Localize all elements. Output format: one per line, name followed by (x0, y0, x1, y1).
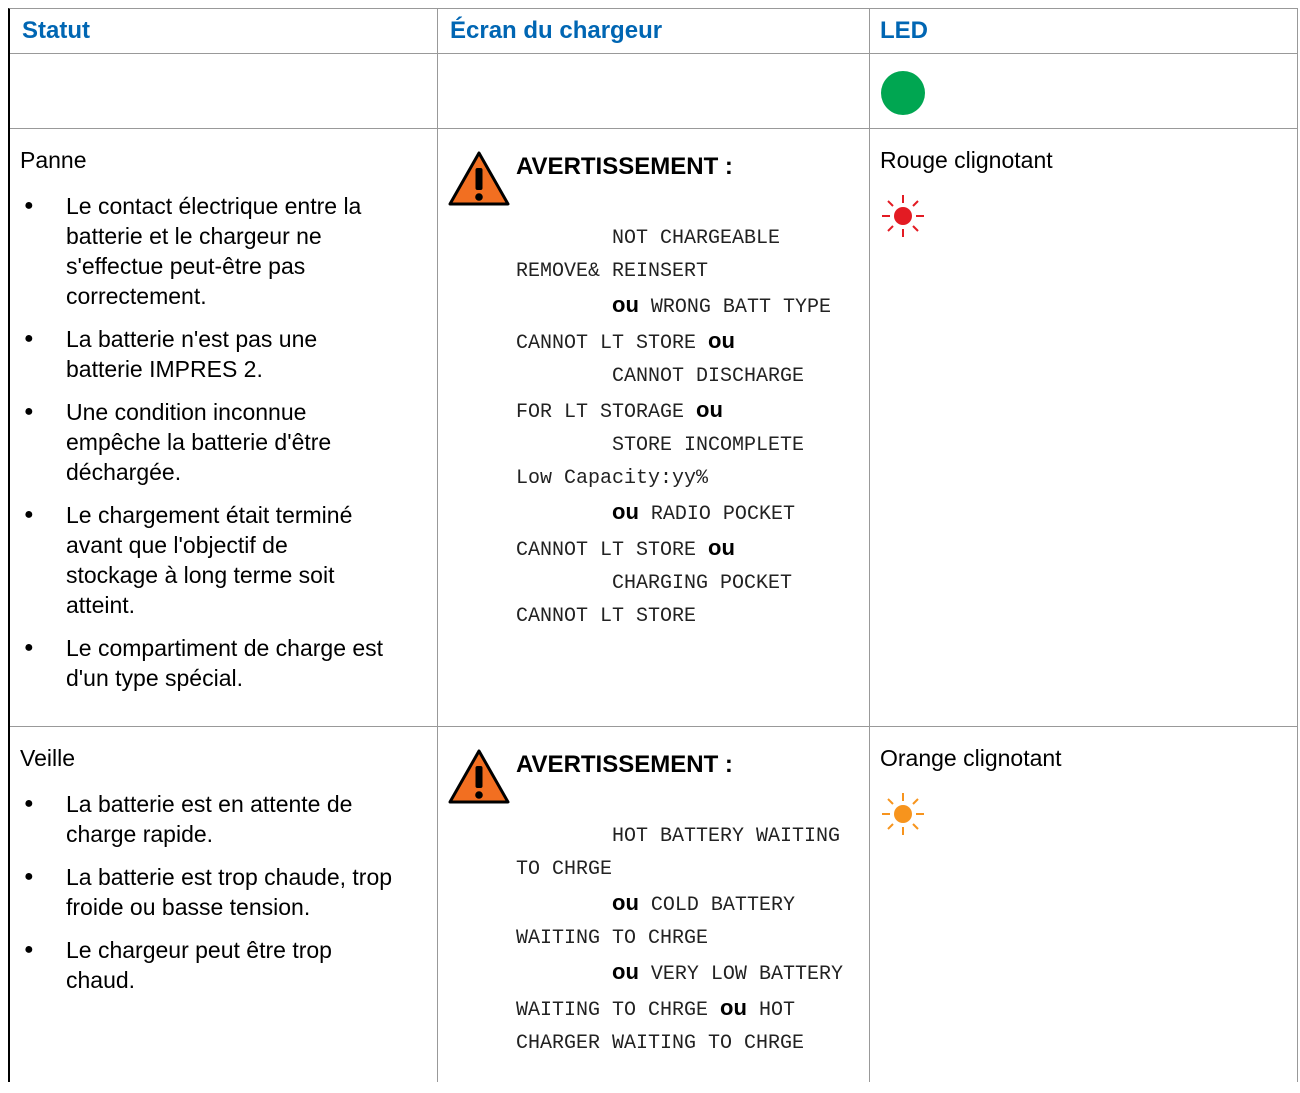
header-status: Statut (22, 17, 90, 44)
charger-screen-messages: NOT CHARGEABLE REMOVE& REINSERT ou WRONG… (516, 189, 846, 666)
separator: ou (708, 328, 735, 353)
status-bullet-list: La batterie est en attente de charge rap… (20, 789, 420, 1008)
status-title: Panne (20, 147, 87, 173)
warning-title: AVERTISSEMENT : (516, 751, 733, 778)
list-item: La batterie est trop chaude, trop froide… (20, 862, 411, 922)
solid-green-led-icon (880, 70, 926, 121)
warning-triangle-icon (448, 749, 510, 804)
screen-message: HOT BATTERY WAITING TO CHRGE (516, 825, 853, 881)
screen-message: CHARGING POCKET CANNOT LT STORE (516, 572, 805, 628)
led-label: Rouge clignotant (880, 147, 1053, 173)
list-item: La batterie n'est pas une batterie IMPRE… (20, 324, 386, 384)
separator: ou (696, 397, 723, 422)
list-item: La batterie est en attente de charge rap… (20, 789, 406, 849)
screen-message: NOT CHARGEABLE REMOVE& REINSERT (516, 227, 793, 283)
separator: ou (720, 995, 747, 1020)
table-header-row: Statut Écran du chargeur LED (10, 9, 1297, 54)
separator: ou (612, 959, 639, 984)
blinking-orange-led-icon (880, 791, 926, 842)
list-item: Le chargeur peut être trop chaud. (20, 935, 386, 995)
header-charger-screen: Écran du chargeur (450, 17, 663, 44)
warning-triangle-icon (448, 151, 510, 206)
header-led: LED (880, 17, 928, 44)
status-title: Veille (20, 745, 75, 771)
screen-message: WRONG BATT TYPE CANNOT LT STORE (516, 296, 843, 355)
separator: ou (708, 535, 735, 560)
table-row: Panne Le contact électrique entre la bat… (10, 129, 1297, 727)
separator: ou (612, 890, 639, 915)
list-item: Le chargement était terminé avant que l'… (20, 500, 386, 620)
separator: ou (612, 292, 639, 317)
separator: ou (612, 499, 639, 524)
screen-message: STORE INCOMPLETE Low Capacity:yy% (516, 434, 817, 490)
blinking-red-led-icon (880, 193, 926, 244)
list-item: Le contact électrique entre la batterie … (20, 191, 386, 311)
screen-message: CANNOT DISCHARGE FOR LT STORAGE (516, 365, 817, 424)
list-item: Le compartiment de charge est d'un type … (20, 633, 386, 693)
status-bullet-list: Le contact électrique entre la batterie … (20, 191, 420, 706)
screen-message: RADIO POCKET CANNOT LT STORE (516, 503, 807, 562)
charger-screen-messages: HOT BATTERY WAITING TO CHRGE ou COLD BAT… (516, 787, 846, 1093)
status-table: Statut Écran du chargeur LED Panne Le co… (8, 8, 1298, 1082)
screen-message: COLD BATTERY WAITING TO CHRGE (516, 894, 807, 950)
list-item: Une condition inconnue empêche la batter… (20, 397, 386, 487)
warning-title: AVERTISSEMENT : (516, 153, 733, 180)
table-row: Veille La batterie est en attente de cha… (10, 727, 1297, 1087)
led-label: Orange clignotant (880, 745, 1062, 771)
table-row (10, 54, 1297, 129)
